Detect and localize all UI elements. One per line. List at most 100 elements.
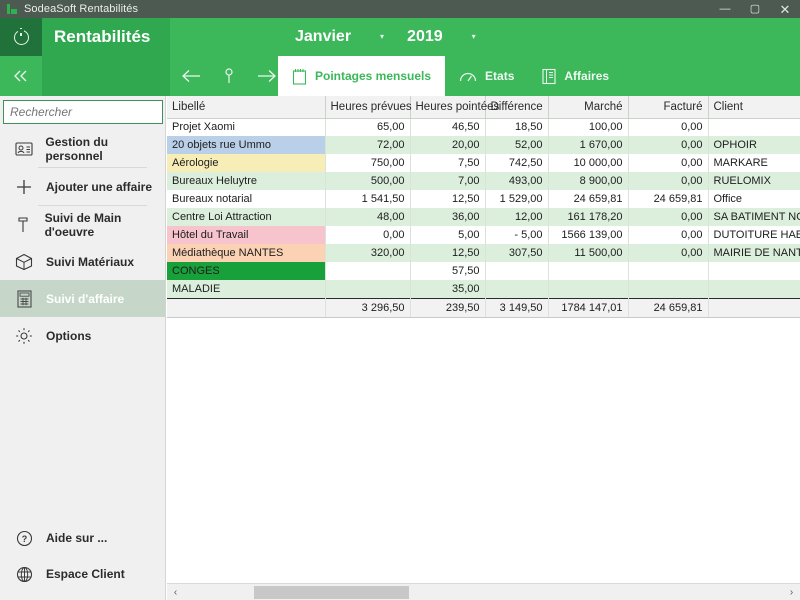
cell-difference: 18,50	[485, 118, 549, 136]
sidebar-item-espace-client[interactable]: Espace Client	[0, 556, 166, 592]
scroll-left-arrow[interactable]: ‹	[167, 584, 184, 600]
cell-heures-pointees: 46,50	[410, 118, 486, 136]
calculator-icon	[14, 289, 34, 308]
rentabilite-table: Libellé Heures prévues Heures pointées D…	[167, 96, 800, 318]
column-header-heures-pointees[interactable]: Heures pointées	[410, 96, 499, 119]
sidebar-item-suivi-materiaux[interactable]: Suivi Matériaux	[0, 243, 165, 280]
gauge-icon	[459, 70, 477, 83]
svg-text:?: ?	[21, 534, 27, 544]
cell-marche	[548, 280, 629, 298]
cell-heures-pointees: 36,00	[410, 208, 486, 226]
sidebar-item-label: Espace Client	[46, 567, 125, 581]
box-icon	[14, 253, 34, 271]
year-dropdown-caret[interactable]: ▾	[465, 33, 483, 41]
cell-heures-prevues	[325, 280, 411, 298]
sidebar-item-suivi-de-main-doeuvre[interactable]: Suivi de Main d'oeuvre	[0, 206, 165, 243]
cell-heures-prevues: 500,00	[325, 172, 411, 190]
cell-heures-pointees: 12,50	[410, 190, 486, 208]
tab-label: Affaires	[564, 69, 610, 83]
tab-etats[interactable]: Etats	[445, 56, 528, 96]
search-input[interactable]	[3, 100, 163, 124]
column-header-libelle[interactable]: Libellé	[167, 96, 326, 119]
horizontal-scrollbar[interactable]: ‹ ›	[167, 583, 800, 600]
pin-button[interactable]	[224, 68, 234, 84]
cell-marche: 10 000,00	[548, 154, 629, 172]
tab-pointages-mensuels[interactable]: Pointages mensuels	[278, 56, 446, 96]
cell-libelle: Projet Xaomi	[167, 118, 326, 136]
period-selector: Janvier ▾ 2019 ▾	[170, 18, 483, 56]
cell-heures-prevues: 72,00	[325, 136, 411, 154]
sidebar-item-suivi-daffaire[interactable]: Suivi d'affaire	[0, 280, 165, 317]
cell-heures-pointees: 12,50	[410, 244, 486, 262]
sidebar-item-label: Gestion du personnel	[45, 134, 109, 163]
year-label: 2019	[407, 28, 443, 45]
maximize-button[interactable]: ▢	[740, 0, 770, 18]
table-row[interactable]: MALADIE 35,00	[167, 280, 800, 298]
arrow-right-icon	[258, 70, 276, 82]
cell-libelle: Hôtel du Travail	[167, 226, 326, 244]
notepad-icon	[292, 68, 307, 85]
cell-facture: 0,00	[628, 136, 709, 154]
table-row[interactable]: CONGES 57,50	[167, 262, 800, 280]
cell-facture	[628, 280, 709, 298]
sidebar-item-gestion-du-personnel[interactable]: Gestion du personnel	[0, 130, 165, 167]
table-row[interactable]: Projet Xaomi 65,00 46,50 18,50 100,00 0,00	[167, 118, 800, 136]
cell-heures-pointees: 20,00	[410, 136, 486, 154]
cell-libelle: Bureaux notarial	[167, 190, 326, 208]
cell-total-heures-pointees: 239,50	[410, 297, 486, 318]
minimize-button[interactable]: —	[710, 0, 740, 18]
column-header-client[interactable]: Client	[708, 96, 800, 119]
table-row[interactable]: Centre Loi Attraction 48,00 36,00 12,00 161 …	[167, 208, 800, 226]
navigation-icons	[172, 56, 278, 96]
collapse-sidebar-button[interactable]	[0, 56, 42, 96]
back-button[interactable]	[180, 69, 202, 83]
column-header-facture[interactable]: Facturé	[628, 96, 709, 119]
table-row[interactable]: Hôtel du Travail 0,00 5,00- 5,00 1566 139,0…	[167, 226, 800, 244]
table-header-row: Libellé Heures prévues Heures pointées D…	[167, 96, 800, 119]
close-button[interactable]: ✕	[770, 0, 800, 18]
table-row[interactable]: Bureaux notarial 1 541,50 12,50 1 529,00 24 …	[167, 190, 800, 208]
scroll-track[interactable]	[184, 583, 783, 600]
cell-heures-pointees: 7,00	[410, 172, 486, 190]
column-header-heures-prevues[interactable]: Heures prévues	[325, 96, 412, 119]
power-button[interactable]	[0, 18, 42, 56]
app-header: Rentabilités Janvier ▾ 2019 ▾	[0, 18, 800, 56]
forward-button[interactable]	[256, 69, 278, 83]
question-circle-icon: ?	[14, 530, 34, 547]
cell-marche	[548, 262, 629, 280]
hammer-icon	[14, 216, 33, 234]
cell-libelle: Bureaux Heluytre	[167, 172, 326, 190]
column-header-difference[interactable]: Différence	[485, 96, 549, 119]
sidebar-item-options[interactable]: Options	[0, 317, 165, 354]
brand-title: Rentabilités	[42, 18, 170, 56]
sidebar-item-label: Ajouter une affaire	[46, 179, 153, 194]
cell-total-marche: 1784 147,01	[548, 297, 629, 318]
table-row[interactable]: Bureaux Heluytre 500,00 7,00 493,00 8 900,00…	[167, 172, 800, 190]
sidebar-item-ajouter-une-affaire[interactable]: Ajouter une affaire	[0, 168, 165, 205]
table-row[interactable]: 20 objets rue Ummo 72,00 20,00 52,00 1 670,0…	[167, 136, 800, 154]
cell-libelle: 20 objets rue Ummo	[167, 136, 326, 154]
month-dropdown-caret[interactable]: ▾	[373, 33, 391, 41]
cell-libelle: Centre Loi Attraction	[167, 208, 326, 226]
cell-heures-prevues: 1 541,50	[325, 190, 411, 208]
scroll-right-arrow[interactable]: ›	[783, 584, 800, 600]
cell-libelle: MALADIE	[167, 280, 326, 298]
scroll-thumb[interactable]	[254, 585, 409, 599]
sidebar-bottom-menu: ? Aide sur ... Espace Client	[0, 520, 166, 592]
data-grid[interactable]: Libellé Heures prévues Heures pointées D…	[167, 96, 800, 576]
cell-heures-prevues: 0,00	[325, 226, 411, 244]
tab-affaires[interactable]: Affaires	[528, 56, 623, 96]
table-row[interactable]: Aérologie 750,00 7,50 742,50 10 000,00 0,00 MA…	[167, 154, 800, 172]
table-row[interactable]: Médiathèque NANTES 320,00 12,50 307,50 11 50…	[167, 244, 800, 262]
table-totals-row: 3 296,50 239,50 3 149,50 1784 147,01 24 659,…	[167, 297, 800, 318]
cell-client: DUTOITURE HABITAT	[708, 226, 800, 244]
tab-strip: Pointages mensuels Etats Affaires	[0, 56, 800, 96]
column-header-marche[interactable]: Marché	[548, 96, 629, 119]
sidebar-item-aide-sur[interactable]: ? Aide sur ...	[0, 520, 166, 556]
sodeasoft-logo-icon	[7, 4, 17, 14]
cell-marche: 1 670,00	[548, 136, 629, 154]
application-window: SodeaSoft Rentabilités — ▢ ✕ Rentabilité…	[0, 0, 800, 600]
cell-client	[708, 118, 800, 136]
cell-client: MAIRIE DE NANTES	[708, 244, 800, 262]
tab-list: Pointages mensuels Etats Affaires	[278, 56, 623, 96]
